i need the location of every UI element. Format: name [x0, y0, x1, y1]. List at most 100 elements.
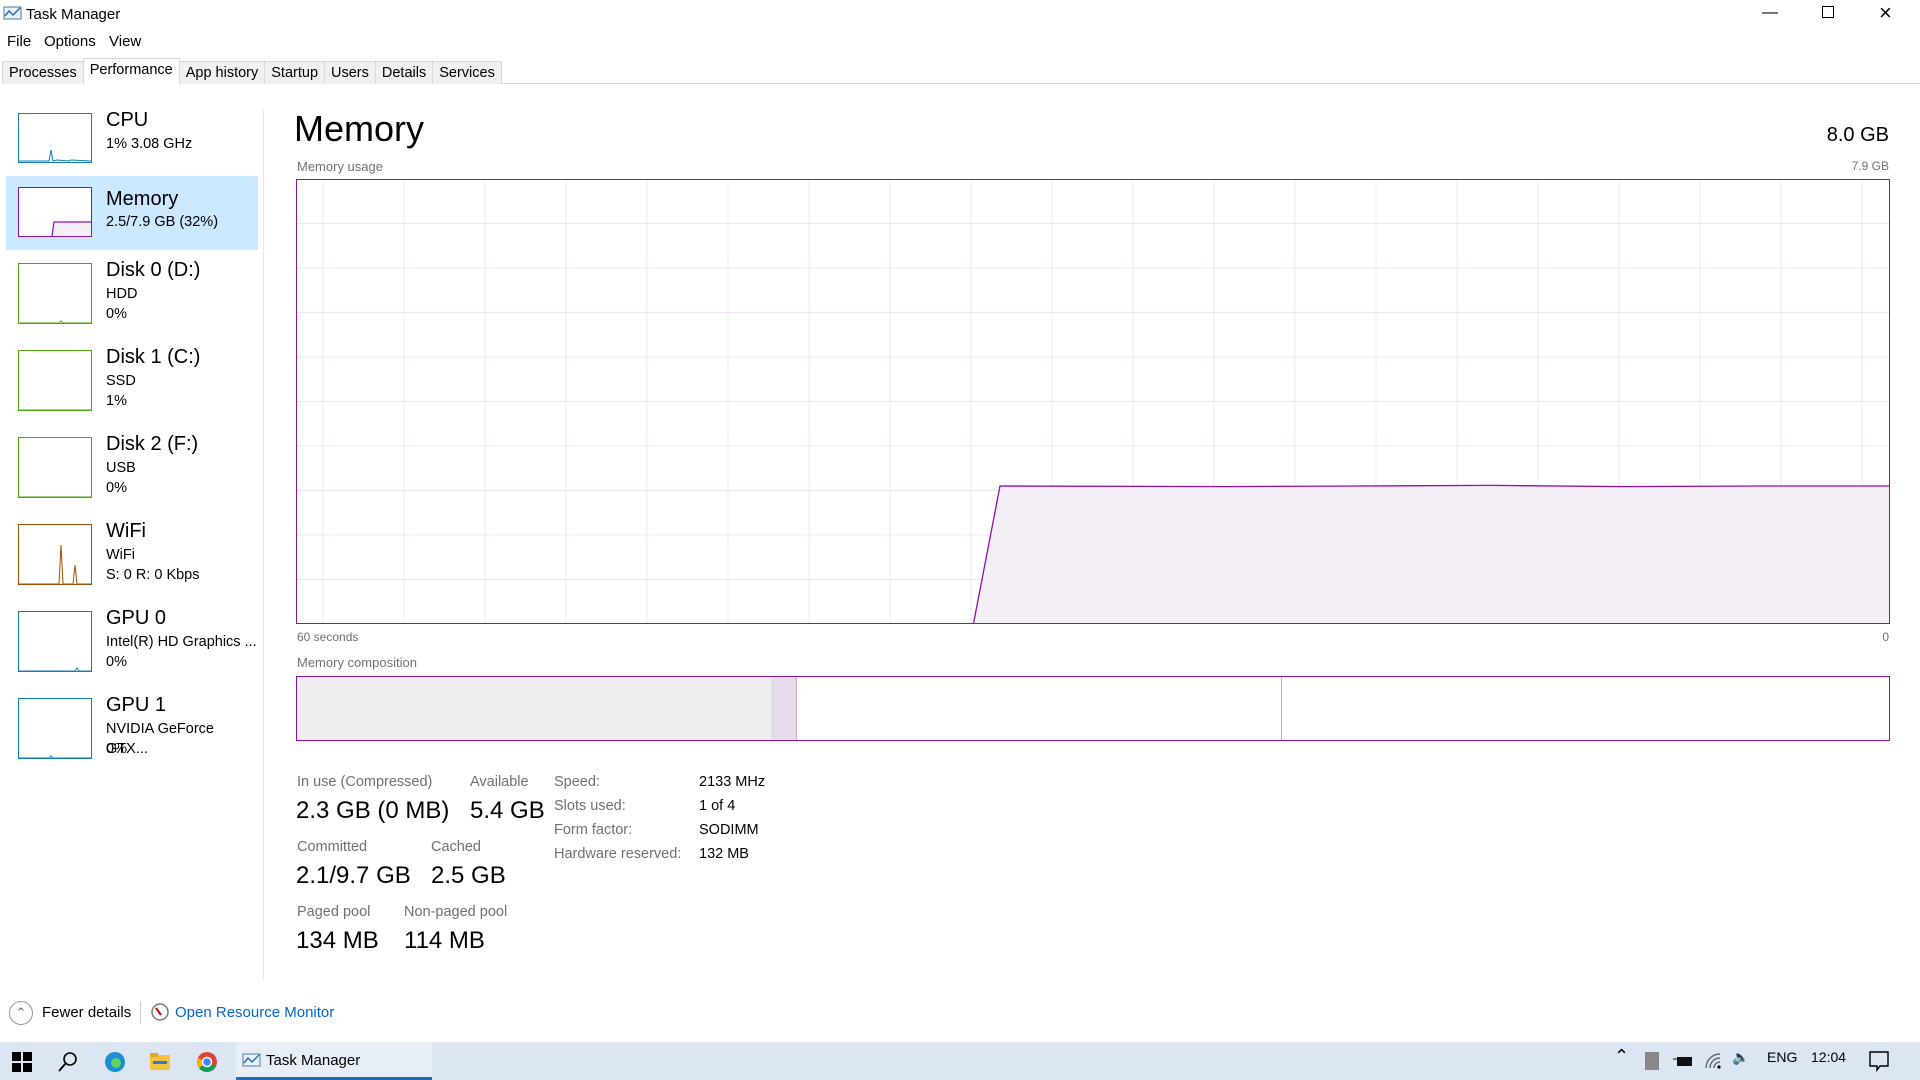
sidebar-item-gpu-1[interactable]: GPU 1 NVIDIA GeForce GTX... 0%	[6, 691, 258, 765]
sidebar-item-detail: 1%	[106, 393, 127, 409]
sidebar-item-detail: NVIDIA GeForce GTX...	[106, 721, 214, 757]
tray-app-icon[interactable]	[1645, 1052, 1659, 1070]
menu-view[interactable]: View	[109, 33, 141, 50]
sidebar-item-detail: S: 0 R: 0 Kbps	[106, 567, 200, 583]
tab-details[interactable]: Details	[374, 61, 434, 84]
in-use-segment[interactable]	[297, 677, 772, 740]
tab-bar: Processes Performance App history Startu…	[2, 58, 1920, 85]
battery-icon[interactable]	[1672, 1053, 1694, 1069]
hardware-reserved-value: 132 MB	[699, 846, 749, 862]
disk-1-c-thumbnail-graph	[18, 350, 93, 411]
task-manager-app-icon	[242, 1053, 261, 1067]
committed-label: Committed	[297, 839, 368, 855]
speed-label: Speed:	[554, 774, 600, 790]
sidebar-item-detail: 0%	[106, 741, 127, 757]
footer-separator	[140, 1002, 141, 1024]
speed-value: 2133 MHz	[699, 774, 766, 790]
sidebar-item-title: GPU 1	[106, 694, 167, 716]
time-axis-right: 0	[1882, 630, 1889, 644]
sidebar-item-title: Disk 2 (F:)	[106, 433, 199, 455]
taskbar-app-label: Task Manager	[266, 1052, 361, 1069]
open-resource-monitor-link[interactable]: Open Resource Monitor	[175, 1004, 334, 1021]
sidebar-item-detail: 2.5/7.9 GB (32%)	[106, 214, 219, 230]
sidebar-item-detail: SSD	[106, 373, 136, 389]
memory-thumbnail-graph	[18, 187, 92, 237]
sidebar-item-detail: HDD	[106, 286, 138, 302]
slots-used-value: 1 of 4	[699, 798, 736, 814]
cached-label: Cached	[431, 839, 481, 855]
windows-start-icon[interactable]	[12, 1052, 32, 1072]
memory-usage-label: Memory usage	[297, 159, 383, 174]
cached-value: 2.5 GB	[431, 862, 506, 889]
non-paged-pool-label: Non-paged pool	[404, 904, 508, 920]
gpu-1-thumbnail-graph	[18, 698, 93, 759]
tab-performance[interactable]: Performance	[82, 58, 180, 85]
in-use-value: 2.3 GB (0 MB)	[296, 797, 450, 824]
sidebar-item-cpu[interactable]: CPU 1% 3.08 GHz	[6, 106, 258, 180]
chrome-icon[interactable]	[196, 1051, 218, 1073]
tab-startup[interactable]: Startup	[264, 61, 326, 84]
gpu-0-thumbnail-graph	[18, 611, 93, 672]
fewer-details-button[interactable]: Fewer details	[42, 1004, 131, 1021]
sidebar-item-detail: USB	[106, 460, 136, 476]
sidebar-item-wifi[interactable]: WiFi WiFi S: 0 R: 0 Kbps	[6, 517, 258, 591]
window-title: Task Manager	[26, 6, 121, 23]
sidebar-item-disk-2-f[interactable]: Disk 2 (F:) USB 0%	[6, 430, 258, 504]
sidebar-item-title: GPU 0	[106, 607, 167, 629]
sidebar-item-gpu-0[interactable]: GPU 0 Intel(R) HD Graphics ... 0%	[6, 604, 258, 678]
sidebar-item-detail: 1% 3.08 GHz	[106, 136, 193, 152]
form-factor-label: Form factor:	[554, 822, 633, 838]
sidebar-item-title: Disk 1 (C:)	[106, 346, 201, 368]
menu-file[interactable]: File	[7, 33, 31, 50]
sidebar-item-title: Disk 0 (D:)	[106, 259, 201, 281]
modified-segment[interactable]	[771, 677, 797, 740]
language-indicator[interactable]: ENG	[1767, 1049, 1797, 1065]
file-explorer-icon[interactable]	[149, 1052, 171, 1072]
committed-value: 2.1/9.7 GB	[296, 862, 411, 889]
search-icon[interactable]	[57, 1051, 79, 1073]
chevron-up-icon[interactable]: ⌃	[9, 1001, 33, 1025]
standby-segment[interactable]	[796, 677, 1283, 740]
notifications-icon[interactable]	[1868, 1050, 1890, 1072]
page-title: Memory	[294, 108, 425, 149]
available-label: Available	[470, 774, 529, 790]
cpu-thumbnail-graph	[18, 113, 92, 163]
menu-options[interactable]: Options	[44, 33, 96, 50]
memory-composition-bar	[296, 676, 1890, 741]
sidebar-item-title: Memory	[106, 188, 179, 210]
free-segment[interactable]	[1282, 677, 1889, 740]
sidebar-item-detail: 0%	[106, 480, 127, 496]
sidebar-item-title: CPU	[106, 109, 149, 131]
paged-pool-label: Paged pool	[297, 904, 371, 920]
disk-0-d-thumbnail-graph	[18, 263, 93, 324]
wifi-thumbnail-graph	[18, 524, 93, 585]
volume-icon[interactable]: 🔈	[1732, 1049, 1749, 1066]
sidebar-item-disk-0-d[interactable]: Disk 0 (D:) HDD 0%	[6, 256, 258, 330]
show-hidden-icons-chevron-icon[interactable]: ⌃	[1614, 1046, 1629, 1067]
close-icon[interactable]: ×	[1879, 0, 1892, 26]
non-paged-pool-value: 114 MB	[404, 927, 485, 954]
sidebar-item-memory[interactable]: Memory 2.5/7.9 GB (32%)	[6, 176, 258, 250]
tab-processes[interactable]: Processes	[2, 61, 84, 84]
sidebar-item-detail: 0%	[106, 306, 127, 322]
memory-composition-label: Memory composition	[297, 655, 417, 670]
form-factor-value: SODIMM	[699, 822, 759, 838]
restore-icon[interactable]	[1822, 6, 1834, 18]
sidebar-item-disk-1-c[interactable]: Disk 1 (C:) SSD 1%	[6, 343, 258, 417]
memory-usage-max: 7.9 GB	[1851, 159, 1889, 173]
sidebar-item-detail: 0%	[106, 654, 127, 670]
task-manager-app-icon	[3, 6, 22, 20]
sidebar-item-title: WiFi	[106, 520, 146, 542]
tab-app-history[interactable]: App history	[178, 61, 266, 84]
paged-pool-value: 134 MB	[296, 927, 379, 954]
minimize-icon[interactable]: —	[1762, 4, 1778, 22]
taskbar-task-manager-button[interactable]: Task Manager	[236, 1042, 432, 1080]
edge-icon[interactable]	[104, 1051, 126, 1073]
in-use-label: In use (Compressed)	[297, 774, 433, 790]
memory-usage-graph	[296, 179, 1890, 624]
tab-services[interactable]: Services	[432, 61, 502, 84]
time-axis-left: 60 seconds	[297, 630, 359, 644]
tab-users[interactable]: Users	[324, 61, 376, 84]
clock[interactable]: 12:04	[1811, 1049, 1846, 1065]
wifi-icon[interactable]	[1704, 1052, 1724, 1070]
